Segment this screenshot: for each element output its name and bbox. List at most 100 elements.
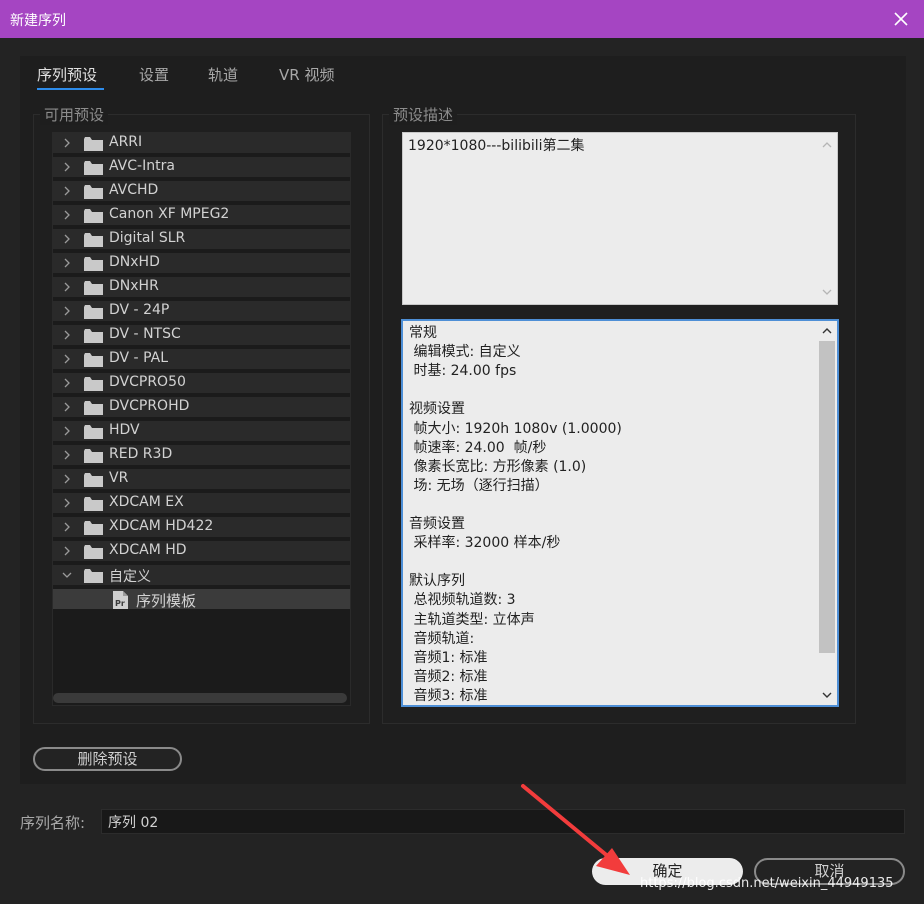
details-line: 视频设置 [409,401,465,418]
chevron-right-icon[interactable] [62,450,72,460]
chevron-right-icon[interactable] [62,162,72,172]
scrollbar-thumb[interactable] [819,341,835,653]
tree-folder-label: XDCAM HD422 [109,518,214,534]
chevron-right-icon[interactable] [62,402,72,412]
details-line: 采样率: 32000 样本/秒 [409,535,561,552]
chevron-right-icon[interactable] [62,474,72,484]
chevron-right-icon[interactable] [62,330,72,340]
tree-folder-label: Canon XF MPEG2 [109,206,230,222]
tree-folder-dvcprohd[interactable]: DVCPROHD [53,397,350,419]
details-line: 默认序列 [409,573,465,590]
chevron-right-icon[interactable] [62,354,72,364]
tree-folder-dv-ntsc[interactable]: DV - NTSC [53,325,350,347]
folder-icon [84,305,103,319]
folder-icon [84,449,103,463]
tree-folder-dv-24p[interactable]: DV - 24P [53,301,350,323]
tree-folder-label: DVCPROHD [109,398,190,414]
details-line: 时基: 24.00 fps [409,363,517,380]
scroll-down-icon[interactable] [821,689,833,701]
tree-folder-digital-slr[interactable]: Digital SLR [53,229,350,251]
tab-tracks[interactable]: 轨道 [208,64,238,85]
sequence-name-label: 序列名称: [20,814,86,832]
tree-folder-red-r3d[interactable]: RED R3D [53,445,350,467]
premiere-sequence-file-icon: Pr [113,591,128,609]
chevron-right-icon[interactable] [62,546,72,556]
title-bar: 新建序列 [0,0,924,38]
chevron-right-icon[interactable] [62,498,72,508]
tree-folder-avc-intra[interactable]: AVC-Intra [53,157,350,179]
description-text: 1920*1080---bilibili第二集 [408,138,585,154]
chevron-right-icon[interactable] [62,138,72,148]
scroll-up-icon[interactable] [821,139,833,151]
folder-icon [84,233,103,247]
tree-folder-label: HDV [109,422,140,438]
chevron-down-icon[interactable] [62,570,72,580]
tree-folder-label: DV - PAL [109,350,168,366]
folder-icon [84,377,103,391]
chevron-right-icon[interactable] [62,426,72,436]
preset-tree[interactable]: ARRI AVC-Intra AVCHD Canon XF MPEG2 Digital … [52,132,351,706]
folder-icon [84,353,103,367]
tree-item-sequence-template[interactable]: Pr 序列模板 [53,589,350,611]
tab-sequence-presets[interactable]: 序列预设 [37,64,97,85]
horizontal-scrollbar[interactable] [53,693,347,703]
tree-folder-xdcam-ex[interactable]: XDCAM EX [53,493,350,515]
tree-folder-avchd[interactable]: AVCHD [53,181,350,203]
folder-icon [84,281,103,295]
tree-folder-canon-xf-mpeg2[interactable]: Canon XF MPEG2 [53,205,350,227]
details-line: 像素长宽比: 方形像素 (1.0) [409,458,587,475]
tree-folder-xdcam-hd422[interactable]: XDCAM HD422 [53,517,350,539]
folder-icon [84,329,103,343]
sequence-name-input[interactable] [101,809,905,834]
scroll-up-icon[interactable] [821,325,833,337]
tree-folder-dvcpro50[interactable]: DVCPRO50 [53,373,350,395]
preset-details-text[interactable]: 常规 编辑模式: 自定义 时基: 24.00 fps 视频设置 帧大小: 1920… [401,319,839,707]
chevron-right-icon[interactable] [62,258,72,268]
chevron-right-icon[interactable] [62,522,72,532]
tree-folder-label: RED R3D [109,446,173,462]
tree-folder-label: AVC-Intra [109,158,175,174]
delete-preset-button[interactable]: 删除预设 [33,747,182,771]
details-line: 主轨道类型: 立体声 [409,611,535,628]
details-scrollbar[interactable] [817,321,837,705]
tree-folder-arri[interactable]: ARRI [53,133,350,155]
tree-folder-dnxhd[interactable]: DNxHD [53,253,350,275]
details-line: 帧大小: 1920h 1080v (1.0000) [409,420,622,437]
tree-folder-xdcam-hd[interactable]: XDCAM HD [53,541,350,563]
tree-folder-dnxhr[interactable]: DNxHR [53,277,350,299]
tab-vr-video[interactable]: VR 视频 [279,64,334,85]
details-line: 音频1: 标准 [409,649,488,666]
details-line: 场: 无场（逐行扫描） [409,477,549,494]
tree-folder-vr[interactable]: VR [53,469,350,491]
tree-folder-label: 自定义 [109,569,151,585]
chevron-right-icon[interactable] [62,282,72,292]
active-tab-indicator [37,88,104,90]
folder-icon [84,521,103,535]
preset-description-text[interactable]: 1920*1080---bilibili第二集 [402,132,838,305]
tree-folder-dv-pal[interactable]: DV - PAL [53,349,350,371]
watermark-url: https://blog.csdn.net/weixin_44949135 [640,876,894,891]
chevron-right-icon[interactable] [62,306,72,316]
tree-folder-label: DV - 24P [109,302,170,318]
folder-icon [84,209,103,223]
tree-folder-hdv[interactable]: HDV [53,421,350,443]
details-line: 音频2: 标准 [409,668,488,685]
chevron-right-icon[interactable] [62,378,72,388]
window-title: 新建序列 [10,13,66,29]
tree-folder-label: XDCAM EX [109,494,184,510]
folder-icon [84,137,103,151]
tree-folder-label: AVCHD [109,182,159,198]
scroll-down-icon[interactable] [821,286,833,298]
tree-item-label: 序列模板 [136,592,197,610]
tree-folder-label: XDCAM HD [109,542,187,558]
description-scrollbar[interactable] [817,133,837,304]
tree-folder-custom[interactable]: 自定义 [53,565,350,587]
folder-icon [84,161,103,175]
close-icon[interactable] [888,6,914,32]
chevron-right-icon[interactable] [62,210,72,220]
chevron-right-icon[interactable] [62,186,72,196]
folder-icon [84,497,103,511]
folder-icon [84,425,103,439]
tab-settings[interactable]: 设置 [139,64,169,85]
chevron-right-icon[interactable] [62,234,72,244]
